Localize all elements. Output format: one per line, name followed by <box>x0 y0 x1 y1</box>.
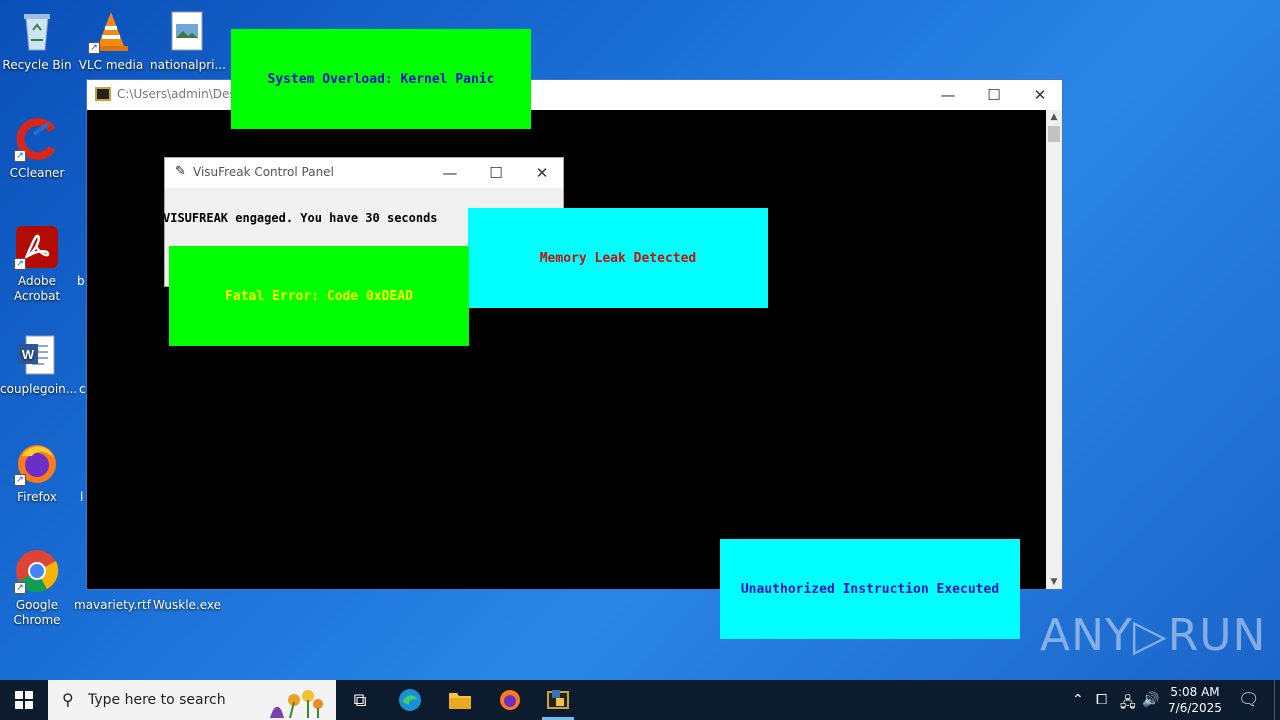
vlc-cone-icon: ↗ <box>88 8 134 54</box>
scroll-down-arrow-icon[interactable]: ▼ <box>1046 577 1062 587</box>
start-button[interactable] <box>0 680 48 720</box>
edge-browser-icon[interactable] <box>386 680 434 720</box>
desktop-icon-label: CCleaner <box>9 166 65 180</box>
scrollbar-thumb[interactable] <box>1048 126 1060 142</box>
task-view-icon[interactable]: ⧉ <box>336 680 384 720</box>
word-document-icon: W <box>14 332 60 378</box>
desktop-icon-label: nationalpri... <box>150 58 226 72</box>
taskbar-search-box[interactable]: ⚲ Type here to search <box>48 680 336 720</box>
image-file-icon <box>164 8 210 54</box>
flowers-decoration-icon <box>270 690 323 718</box>
firefox-icon: ↗ <box>14 440 60 486</box>
visufreak-titlebar[interactable]: ✎ VisuFreak Control Panel — ☐ ✕ <box>165 158 563 188</box>
desktop-partial-label: c <box>79 382 86 396</box>
file-explorer-icon[interactable] <box>436 680 484 720</box>
firefox-taskbar-icon[interactable] <box>486 680 534 720</box>
console-app-icon <box>95 87 111 101</box>
popup-kernel-panic[interactable]: System Overload: Kernel Panic <box>231 29 531 129</box>
desktop-icon-wuskle[interactable]: Wuskle.exe <box>150 598 224 613</box>
console-minimize-button[interactable]: — <box>925 80 971 110</box>
visufreak-close-button[interactable]: ✕ <box>519 158 565 188</box>
desktop-icon-label: couplegoin... <box>0 382 78 396</box>
visufreak-maximize-button[interactable]: ☐ <box>473 158 519 188</box>
console-scrollbar[interactable]: ▲ ▼ <box>1046 110 1062 589</box>
desktop-icon-vlc[interactable]: ↗ VLC media <box>74 8 148 73</box>
desktop-icon-label: mavariety.rtf <box>74 598 151 612</box>
desktop-icon-label: Adobe Acrobat <box>13 274 61 303</box>
desktop-icon-ccleaner[interactable]: ↗ CCleaner <box>0 116 74 181</box>
desktop-icon-google-chrome[interactable]: ↗ Google Chrome <box>0 548 74 628</box>
visufreak-minimize-button[interactable]: — <box>427 158 473 188</box>
desktop-icon-mavariety[interactable]: mavariety.rtf <box>74 598 151 613</box>
desktop-icon-label: Recycle Bin <box>2 58 72 72</box>
scroll-up-arrow-icon[interactable]: ▲ <box>1046 112 1062 122</box>
adobe-acrobat-icon: ↗ <box>14 224 60 270</box>
console-title: C:\Users\admin\Deskt <box>117 87 248 101</box>
tray-volume-icon[interactable]: 🔊 <box>1142 692 1159 708</box>
python-console-taskbar-icon[interactable] <box>534 680 582 720</box>
windows-logo-icon <box>15 691 33 709</box>
search-placeholder: Type here to search <box>88 692 226 708</box>
recycle-bin-icon <box>14 8 60 54</box>
clock-date: 7/6/2025 <box>1168 701 1222 715</box>
taskbar-clock[interactable]: 5:08 AM 7/6/2025 <box>1166 684 1224 716</box>
tray-device-icon[interactable]: ⧠ <box>1096 692 1107 708</box>
show-desktop-button[interactable] <box>1274 680 1280 720</box>
shortcut-arrow-icon: ↗ <box>14 474 26 486</box>
desktop-icon-adobe-acrobat[interactable]: ↗ Adobe Acrobat <box>0 224 74 304</box>
shortcut-arrow-icon: ↗ <box>14 582 26 594</box>
desktop-icon-firefox[interactable]: ↗ Firefox <box>0 440 74 505</box>
popup-unauthorized-instruction[interactable]: Unauthorized Instruction Executed <box>720 539 1020 639</box>
desktop-icon-word-doc[interactable]: W couplegoin... <box>0 332 78 397</box>
clock-time: 5:08 AM <box>1170 685 1220 699</box>
visufreak-title: VisuFreak Control Panel <box>193 165 334 179</box>
desktop-partial-label: b <box>77 274 85 288</box>
shortcut-arrow-icon: ↗ <box>88 42 100 54</box>
desktop-icon-recycle-bin[interactable]: Recycle Bin <box>0 8 74 73</box>
search-icon: ⚲ <box>62 690 74 709</box>
tray-network-icon[interactable]: 🖧 <box>1120 692 1136 716</box>
visufreak-message: VISUFREAK engaged. You have 30 seconds <box>163 211 438 225</box>
feather-icon: ✎ <box>175 164 186 179</box>
desktop-icon-label: Firefox <box>17 490 57 504</box>
shortcut-arrow-icon: ↗ <box>14 150 26 162</box>
svg-text:W: W <box>22 347 35 362</box>
popup-memory-leak[interactable]: Memory Leak Detected <box>468 208 768 308</box>
console-maximize-button[interactable]: ☐ <box>971 80 1017 110</box>
shortcut-arrow-icon: ↗ <box>14 258 26 270</box>
chrome-icon: ↗ <box>14 548 60 594</box>
tray-chevron-up-icon[interactable]: ⌃ <box>1072 692 1084 708</box>
desktop-icon-label: Wuskle.exe <box>152 598 222 612</box>
desktop-partial-label: l <box>80 490 84 504</box>
anyrun-watermark: ANY▷RUN <box>1040 610 1267 661</box>
desktop-icon-label: Google Chrome <box>13 598 61 627</box>
ccleaner-icon: ↗ <box>14 116 60 162</box>
popup-fatal-error[interactable]: Fatal Error: Code 0xDEAD <box>169 246 469 346</box>
desktop-icon-label: VLC media <box>78 58 144 72</box>
desktop-icon-nationalpri[interactable]: nationalpri... <box>150 8 226 73</box>
taskbar: ⚲ Type here to search ⧉ ⌃ ⧠ 🖧 🔊 5:08 AM … <box>0 680 1280 720</box>
console-close-button[interactable]: ✕ <box>1017 80 1063 110</box>
notification-center-icon[interactable]: 🗨 <box>1238 690 1260 710</box>
